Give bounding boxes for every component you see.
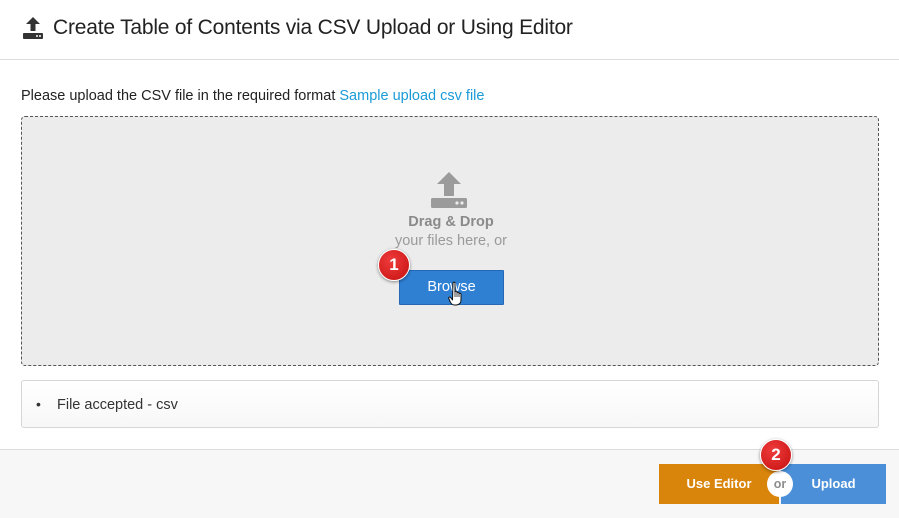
upload-tray-icon [431,172,467,208]
drag-drop-title: Drag & Drop [408,214,494,230]
use-editor-button[interactable]: Use Editor [659,464,779,504]
hand-pointer-cursor-icon [448,281,462,306]
upload-tray-icon [23,17,43,39]
bullet: • [36,396,41,412]
step-2-badge: 2 [760,439,792,471]
accepted-formats-text: File accepted - csv [57,397,178,413]
drag-drop-subtitle: your files here, or [394,233,508,249]
instructions-text: Please upload the CSV file in the requir… [21,88,340,104]
dialog-title: Create Table of Contents via CSV Upload … [53,16,573,39]
sample-csv-link[interactable]: Sample upload csv file [339,88,484,104]
dialog-header: Create Table of Contents via CSV Upload … [0,0,899,60]
upload-dialog: Create Table of Contents via CSV Upload … [0,0,899,518]
upload-instructions: Please upload the CSV file in the requir… [21,88,484,104]
file-dropzone[interactable]: Drag & Drop your files here, or Browse [21,116,879,366]
upload-button[interactable]: Upload [781,464,886,504]
step-1-badge: 1 [378,249,410,281]
accepted-formats-panel: • File accepted - csv [21,380,879,428]
or-divider: or [767,471,793,497]
